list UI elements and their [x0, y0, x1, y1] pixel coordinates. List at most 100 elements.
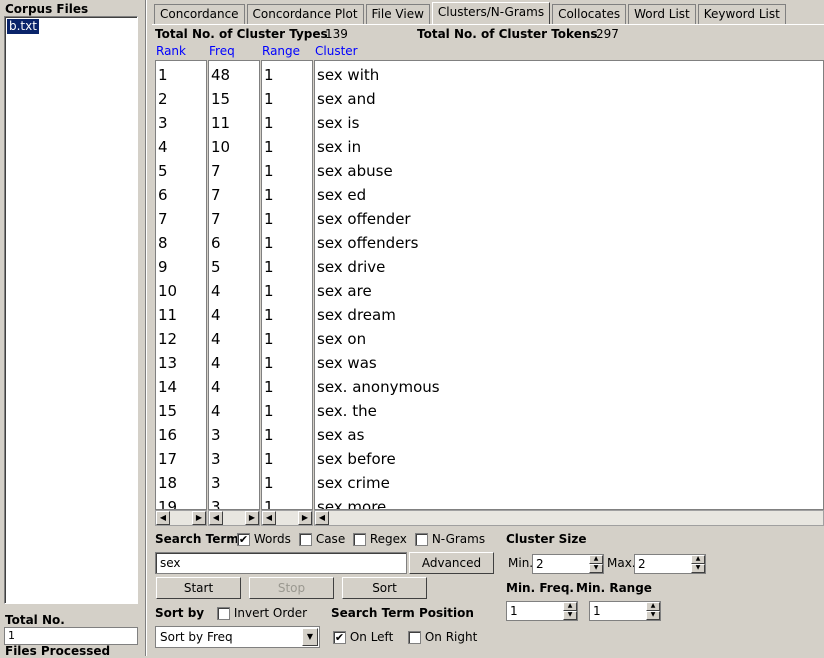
cluster-cell[interactable]: sex with [317, 63, 379, 87]
freq-cell[interactable]: 15 [211, 87, 230, 111]
tab-word-list[interactable]: Word List [628, 4, 696, 24]
spin-down-icon[interactable]: ▼ [589, 564, 603, 573]
range-cell[interactable]: 1 [264, 111, 274, 135]
rank-cell[interactable]: 5 [158, 159, 168, 183]
spin-down-icon[interactable]: ▼ [563, 611, 577, 620]
range-cell[interactable]: 1 [264, 471, 274, 495]
sort-by-select[interactable]: Sort by Freq ▼ [155, 626, 320, 648]
header-range[interactable]: Range [262, 44, 300, 58]
on-left-checkbox[interactable]: ✔ [333, 631, 346, 644]
rank-cell[interactable]: 6 [158, 183, 168, 207]
min-size-spinner[interactable]: 2 ▲ ▼ [532, 554, 604, 574]
rank-cell[interactable]: 15 [158, 399, 177, 423]
scroll-right-icon[interactable]: ▶ [245, 511, 259, 525]
range-cell[interactable]: 1 [264, 447, 274, 471]
freq-cell[interactable]: 6 [211, 231, 221, 255]
freq-cell[interactable]: 3 [211, 423, 221, 447]
rank-cell[interactable]: 13 [158, 351, 177, 375]
scroll-left-icon[interactable]: ◀ [262, 511, 276, 525]
cluster-cell[interactable]: sex offenders [317, 231, 418, 255]
corpus-files-list[interactable]: b.txt [4, 16, 138, 604]
cluster-cell[interactable]: sex drive [317, 255, 385, 279]
cluster-cell[interactable]: sex before [317, 447, 396, 471]
spin-up-icon[interactable]: ▲ [589, 555, 603, 564]
scroll-right-icon[interactable]: ▶ [298, 511, 312, 525]
cluster-cell[interactable]: sex was [317, 351, 377, 375]
on-right-checkbox[interactable] [408, 631, 421, 644]
range-cell[interactable]: 1 [264, 255, 274, 279]
freq-cell[interactable]: 4 [211, 351, 221, 375]
cluster-cell[interactable]: sex and [317, 87, 376, 111]
advanced-button[interactable]: Advanced [409, 552, 494, 574]
tab-keyword-list[interactable]: Keyword List [697, 4, 786, 24]
cluster-scrollbar[interactable]: ◀ [314, 510, 824, 526]
regex-option[interactable]: Regex [353, 532, 407, 546]
range-cell[interactable]: 1 [264, 351, 274, 375]
stop-button[interactable]: Stop [249, 577, 334, 599]
rank-cell[interactable]: 11 [158, 303, 177, 327]
rank-cell[interactable]: 14 [158, 375, 177, 399]
ngrams-checkbox[interactable] [415, 533, 428, 546]
tab-file-view[interactable]: File View [365, 4, 430, 24]
cluster-cell[interactable]: sex. the [317, 399, 377, 423]
range-cell[interactable]: 1 [264, 303, 274, 327]
range-cell[interactable]: 1 [264, 87, 274, 111]
on-right-option[interactable]: On Right [408, 630, 477, 644]
freq-cell[interactable]: 4 [211, 303, 221, 327]
spin-up-icon[interactable]: ▲ [691, 555, 705, 564]
range-cell[interactable]: 1 [264, 159, 274, 183]
range-column[interactable]: 1111111111111111111 [261, 60, 313, 510]
range-cell[interactable]: 1 [264, 63, 274, 87]
spin-up-icon[interactable]: ▲ [563, 602, 577, 611]
freq-cell[interactable]: 11 [211, 111, 230, 135]
header-rank[interactable]: Rank [156, 44, 186, 58]
file-item[interactable]: b.txt [6, 18, 40, 35]
range-cell[interactable]: 1 [264, 207, 274, 231]
rank-cell[interactable]: 12 [158, 327, 177, 351]
freq-scrollbar[interactable]: ◀ ▶ [208, 510, 260, 526]
search-input[interactable]: sex [155, 552, 407, 574]
cluster-column[interactable]: sex with sex and sex is sex in sex abuse sex … [314, 60, 824, 510]
rank-cell[interactable]: 19 [158, 495, 177, 509]
invert-order-checkbox[interactable] [217, 607, 230, 620]
freq-cell[interactable]: 4 [211, 327, 221, 351]
freq-cell[interactable]: 3 [211, 447, 221, 471]
rank-cell[interactable]: 4 [158, 135, 168, 159]
tab-clusters-n-grams[interactable]: Clusters/N-Grams [431, 2, 551, 24]
scroll-left-icon[interactable]: ◀ [209, 511, 223, 525]
range-cell[interactable]: 1 [264, 375, 274, 399]
rank-cell[interactable]: 3 [158, 111, 168, 135]
header-freq[interactable]: Freq [209, 44, 235, 58]
cluster-cell[interactable]: sex are [317, 279, 372, 303]
sort-button[interactable]: Sort [342, 577, 427, 599]
freq-column[interactable]: 48 15 11 10 7 7 7 6 5 4 4 4 4 4 4 3 3 3 3 [208, 60, 260, 510]
tab-collocates[interactable]: Collocates [552, 4, 627, 24]
rank-cell[interactable]: 17 [158, 447, 177, 471]
case-checkbox[interactable] [299, 533, 312, 546]
header-cluster[interactable]: Cluster [315, 44, 358, 58]
rank-cell[interactable]: 18 [158, 471, 177, 495]
range-cell[interactable]: 1 [264, 183, 274, 207]
words-option[interactable]: ✔ Words [237, 532, 291, 546]
start-button[interactable]: Start [156, 577, 241, 599]
cluster-cell[interactable]: sex on [317, 327, 366, 351]
range-cell[interactable]: 1 [264, 399, 274, 423]
freq-cell[interactable]: 48 [211, 63, 230, 87]
invert-order-option[interactable]: Invert Order [217, 606, 307, 620]
rank-cell[interactable]: 1 [158, 63, 168, 87]
range-cell[interactable]: 1 [264, 279, 274, 303]
rank-cell[interactable]: 10 [158, 279, 177, 303]
cluster-cell[interactable]: sex offender [317, 207, 411, 231]
range-scrollbar[interactable]: ◀ ▶ [261, 510, 313, 526]
spin-down-icon[interactable]: ▼ [691, 564, 705, 573]
cluster-cell[interactable]: sex abuse [317, 159, 393, 183]
min-range-spinner[interactable]: 1 ▲ ▼ [589, 601, 661, 621]
scroll-left-icon[interactable]: ◀ [315, 511, 329, 525]
freq-cell[interactable]: 4 [211, 399, 221, 423]
freq-cell[interactable]: 10 [211, 135, 230, 159]
tab-concordance-plot[interactable]: Concordance Plot [246, 4, 364, 24]
words-checkbox[interactable]: ✔ [237, 533, 250, 546]
range-cell[interactable]: 1 [264, 423, 274, 447]
cluster-cell[interactable]: sex dream [317, 303, 396, 327]
panel-divider[interactable] [145, 0, 147, 656]
